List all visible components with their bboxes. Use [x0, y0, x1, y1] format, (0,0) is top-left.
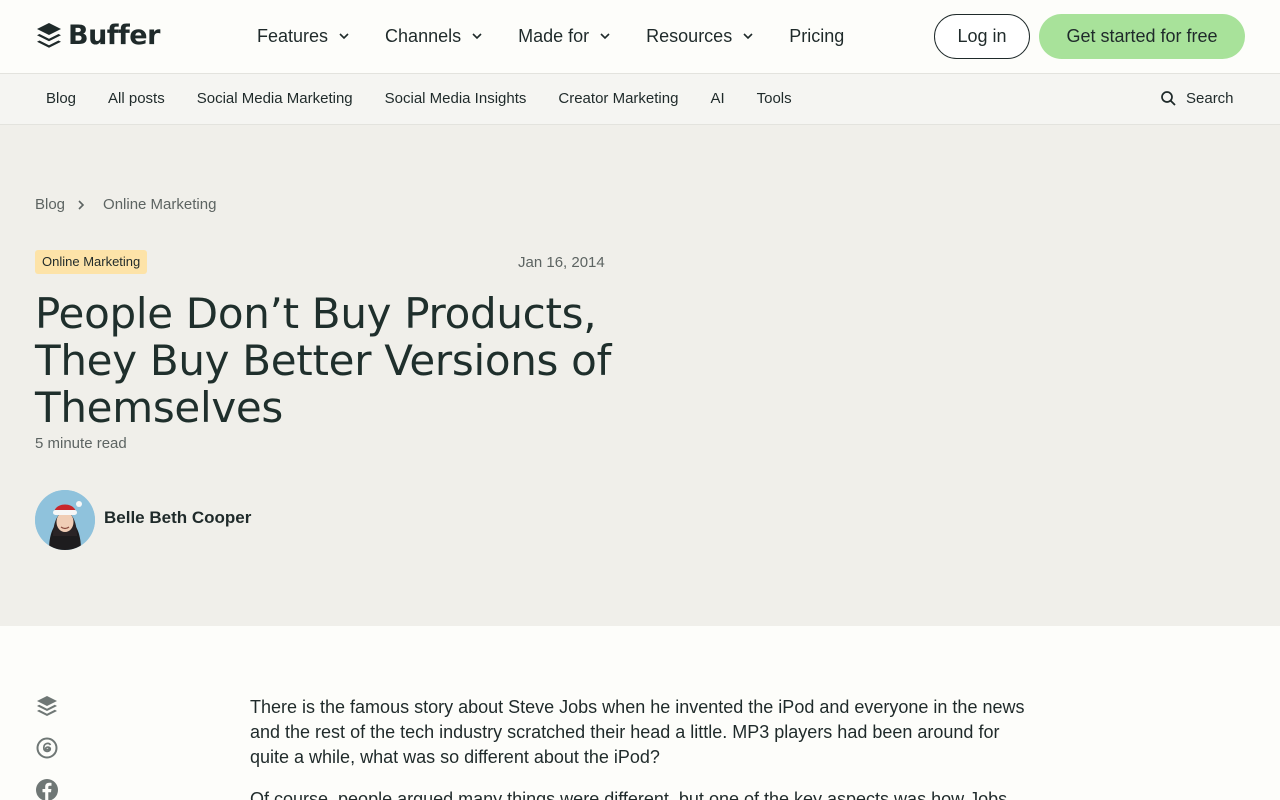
subnav-link-social-media-insights[interactable]: Social Media Insights — [385, 90, 527, 108]
chevron-down-icon — [339, 33, 349, 40]
menu-resources[interactable]: Resources — [646, 24, 755, 48]
blog-subnav: Blog All posts Social Media Marketing So… — [0, 74, 1280, 125]
category-tag[interactable]: Online Marketing — [35, 250, 148, 274]
search-button[interactable]: Search — [1160, 90, 1234, 107]
share-threads-button[interactable] — [35, 736, 59, 760]
buffer-stack-icon — [37, 23, 61, 48]
author-name[interactable]: Belle Beth Cooper — [104, 508, 251, 528]
menu-label: Features — [257, 25, 329, 46]
publish-date: Jan 16, 2014 — [518, 254, 605, 271]
article-title: People Don’t Buy Products, They Buy Bett… — [35, 289, 612, 432]
buffer-icon — [37, 696, 57, 716]
read-time: 5 minute read — [35, 435, 127, 452]
menu-label: Made for — [518, 25, 590, 46]
subnav-link-tools[interactable]: Tools — [757, 90, 792, 108]
chevron-down-icon — [600, 33, 610, 40]
subnav-link-ai[interactable]: AI — [710, 90, 724, 108]
login-button[interactable]: Log in — [934, 14, 1030, 59]
chevron-down-icon — [743, 33, 753, 40]
subnav-link-all-posts[interactable]: All posts — [108, 90, 165, 108]
article-paragraph: Of course, people argued many things wer… — [250, 789, 1008, 800]
menu-channels[interactable]: Channels — [385, 24, 484, 48]
buffer-logo[interactable]: Buffer — [36, 22, 160, 50]
threads-icon — [36, 737, 58, 759]
menu-pricing[interactable]: Pricing — [789, 24, 844, 48]
share-sidebar — [35, 694, 59, 800]
article-paragraph: There is the famous story about Steve Jo… — [250, 697, 1025, 767]
author-avatar[interactable] — [35, 490, 95, 550]
get-started-button[interactable]: Get started for free — [1039, 14, 1245, 59]
breadcrumb-online-marketing[interactable]: Online Marketing — [103, 196, 216, 213]
menu-label: Channels — [385, 25, 462, 46]
subnav-link-social-media-marketing[interactable]: Social Media Marketing — [197, 90, 353, 108]
menu-features[interactable]: Features — [257, 24, 351, 48]
subnav-link-creator-marketing[interactable]: Creator Marketing — [558, 90, 678, 108]
subnav-link-blog[interactable]: Blog — [46, 90, 76, 108]
menu-label: Resources — [646, 25, 733, 46]
facebook-icon — [36, 779, 58, 800]
main-menu: Features Channels Made for Resources Pri… — [257, 24, 878, 48]
menu-label: Pricing — [789, 25, 845, 46]
breadcrumb: Blog Online Marketing — [35, 196, 216, 213]
search-icon — [1161, 91, 1176, 106]
top-navigation: Buffer Features Channels Made for Resour… — [0, 0, 1280, 74]
chevron-down-icon — [472, 33, 482, 40]
menu-made-for[interactable]: Made for — [518, 24, 612, 48]
breadcrumb-blog[interactable]: Blog — [35, 196, 65, 213]
article-body: There is the famous story about Steve Jo… — [250, 695, 1040, 800]
share-buffer-button[interactable] — [35, 694, 59, 718]
share-facebook-button[interactable] — [35, 778, 59, 800]
search-label: Search — [1186, 90, 1234, 107]
article-hero: Blog Online Marketing Online Marketing J… — [0, 125, 1280, 626]
author-photo — [35, 490, 95, 550]
chevron-right-icon — [78, 199, 85, 210]
logo-wordmark: Buffer — [68, 20, 160, 51]
